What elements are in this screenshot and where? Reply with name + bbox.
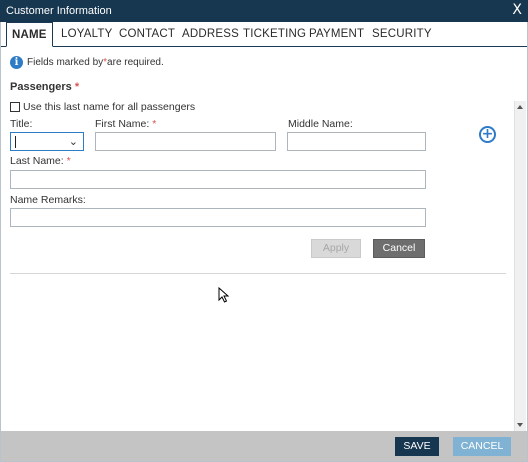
vertical-scrollbar[interactable] [514,101,526,431]
dialog-footer [1,431,527,461]
passengers-heading: Passengers * [10,81,79,93]
scroll-down-arrow-icon[interactable] [517,423,523,427]
first-name-input[interactable] [95,132,276,151]
passengers-required-asterisk: * [74,81,80,93]
middle-name-label: Middle Name: [288,118,353,130]
scroll-up-arrow-icon[interactable] [517,105,523,109]
name-remarks-input[interactable] [10,208,426,227]
tab-security[interactable]: SECURITY [372,28,432,40]
tab-contact[interactable]: CONTACT [119,28,175,40]
use-last-name-row: Use this last name for all passengers [10,101,195,113]
title-bar: Customer Information X [0,0,528,22]
window-title: Customer Information [6,5,112,17]
close-icon[interactable]: X [512,2,522,18]
first-name-label-text: First Name: [95,118,150,130]
tab-loyalty[interactable]: LOYALTY [61,28,112,40]
cancel-button[interactable]: Cancel [373,239,425,258]
passengers-title: Passengers [10,81,72,93]
text-caret [15,136,16,148]
tab-bar: NAME LOYALTY CONTACT ADDRESS TICKETING P… [0,22,528,47]
cancel-dialog-button[interactable]: CANCEL [453,437,511,456]
last-name-label: Last Name: * [10,155,71,167]
info-icon: i [10,56,23,69]
save-button[interactable]: SAVE [395,437,439,456]
first-name-required-asterisk: * [152,118,157,130]
name-remarks-label: Name Remarks: [10,194,86,206]
add-passenger-button[interactable]: + [479,126,496,143]
apply-button[interactable]: Apply [311,239,361,258]
tab-name[interactable]: NAME [6,22,53,47]
middle-name-input[interactable] [287,132,426,151]
plus-icon: + [481,126,494,142]
tab-address[interactable]: ADDRESS [182,28,239,40]
title-select[interactable]: ⌄ [10,132,84,151]
required-fields-note: i Fields marked by * are required. [10,56,164,69]
section-divider [10,273,506,274]
tab-ticketing[interactable]: TICKETING [243,28,306,40]
info-text-after: are required. [107,57,164,68]
mouse-pointer-icon [218,287,230,303]
use-last-name-label: Use this last name for all passengers [23,101,196,113]
use-last-name-checkbox[interactable] [10,102,20,112]
last-name-label-text: Last Name: [10,155,64,167]
last-name-required-asterisk: * [66,155,71,167]
window-frame [0,22,528,462]
title-label: Title: [10,118,33,130]
info-text-before: Fields marked by [27,57,104,68]
first-name-label: First Name: * [95,118,156,130]
tab-payment[interactable]: PAYMENT [309,28,364,40]
last-name-input[interactable] [10,170,426,189]
chevron-down-icon: ⌄ [68,135,78,148]
